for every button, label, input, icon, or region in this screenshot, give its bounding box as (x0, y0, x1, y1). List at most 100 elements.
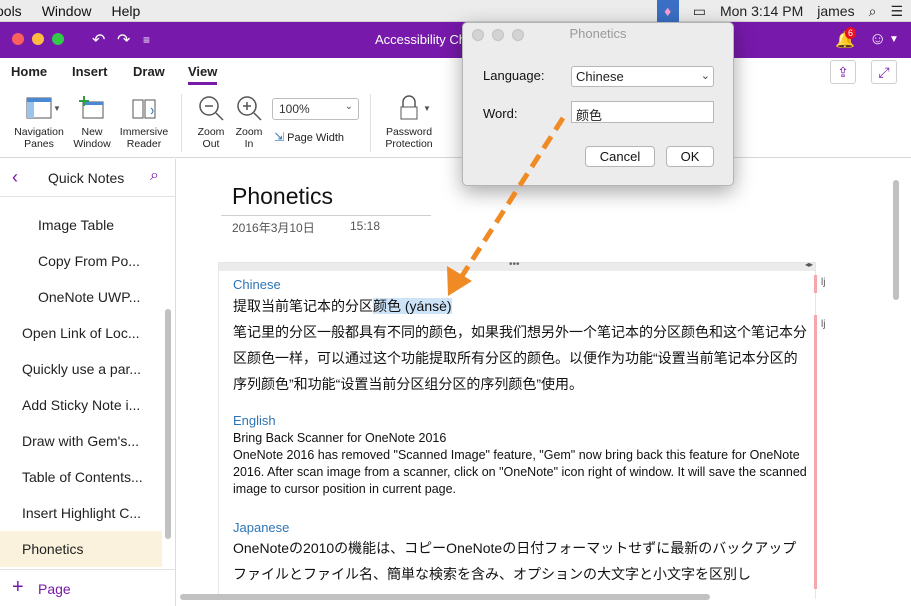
author-tag: lj (821, 319, 826, 330)
sidebar-page-item[interactable]: Insert Highlight C... (0, 495, 162, 531)
author-tag: lj (821, 277, 826, 288)
immersive-reader-icon (132, 99, 156, 119)
sidebar-page-item[interactable]: Table of Contents... (0, 459, 162, 495)
menu-list-icon[interactable]: ☰ (890, 3, 903, 20)
smiley-feedback-icon[interactable]: ☺ (869, 29, 886, 49)
sidebar-page-item[interactable]: Copy From Po... (0, 243, 162, 279)
user-name[interactable]: james (817, 3, 854, 19)
ok-button[interactable]: OK (666, 146, 714, 167)
zoom-window-button[interactable] (52, 33, 64, 45)
page-date: 2016年3月10日 (232, 221, 315, 235)
window-titlebar: ↶ ↷ ≡ Accessibility Checker 🔔 6 ☺ ▼ (0, 22, 911, 58)
sidebar-page-item[interactable]: Add Sticky Note i... (0, 387, 162, 423)
menu-help[interactable]: Help (101, 3, 150, 19)
change-marker (814, 315, 817, 589)
note-container[interactable]: ••• ◂▸ Chinese 提取当前笔记本的分区颜色 (yánsè) 笔记里的… (218, 259, 816, 599)
ribbon-view: Navigation Panes ▼ New Window Immersive … (0, 86, 911, 158)
password-protection-button[interactable]: Password Protection (378, 94, 440, 150)
tab-insert[interactable]: Insert (72, 64, 107, 79)
expand-icon[interactable]: ⤢ (871, 60, 897, 84)
chevron-down-icon[interactable]: ▼ (889, 34, 899, 45)
immersive-reader-button[interactable]: Immersive Reader (116, 94, 172, 150)
ribbon-separator (181, 94, 182, 152)
password-protection-label: Password Protection (385, 126, 433, 150)
cancel-button[interactable]: Cancel (585, 146, 655, 167)
page-canvas[interactable]: Phonetics 2016年3月10日 15:18 ••• ◂▸ Chines… (177, 159, 897, 599)
undo-icon[interactable]: ↶ (92, 30, 105, 50)
close-window-button[interactable] (12, 33, 24, 45)
page-width-button[interactable]: ⇲ Page Width (274, 130, 344, 144)
menu-tools[interactable]: ools (0, 3, 32, 19)
chinese-line1-prefix: 提取当前笔记本的分区 (233, 298, 373, 314)
add-page-button[interactable]: + Page (0, 569, 176, 606)
zoom-level-select[interactable]: 100% ⌄ (272, 98, 359, 120)
new-window-label: New Window (73, 126, 111, 150)
page-time: 15:18 (350, 219, 381, 233)
plus-icon: + (12, 576, 24, 598)
english-heading[interactable]: English (233, 413, 276, 428)
search-icon[interactable]: ⌕ (869, 3, 877, 20)
japanese-paragraph[interactable]: OneNoteの2010の機能は、コピーOneNoteの日付フォーマットせずに最… (233, 535, 809, 587)
clock[interactable]: Mon 3:14 PM (720, 3, 803, 19)
zoom-out-button[interactable]: Zoom Out (192, 94, 230, 150)
minimize-window-button[interactable] (32, 33, 44, 45)
search-icon[interactable]: ⌕ (150, 167, 159, 185)
tab-view[interactable]: View (188, 64, 218, 85)
new-window-button[interactable]: New Window (70, 94, 114, 150)
navigation-panes-label: Navigation Panes (14, 126, 64, 150)
zoom-out-icon (199, 96, 224, 121)
customize-toolbar-icon[interactable]: ≡ (143, 33, 150, 47)
lock-icon (400, 95, 418, 120)
redo-icon[interactable]: ↷ (117, 30, 130, 50)
menu-bar: ools Window Help ♦ ▭ Mon 3:14 PM james ⌕… (0, 0, 911, 22)
display-icon[interactable]: ▭ (693, 3, 706, 20)
chevron-down-icon[interactable]: ▼ (423, 104, 431, 113)
sidebar-page-item[interactable]: Image Table (0, 207, 162, 243)
sidebar-page-item[interactable]: OneNote UWP... (0, 279, 162, 315)
status-area: ♦ ▭ Mon 3:14 PM james ⌕ ☰ (656, 0, 903, 22)
sidebar-page-item[interactable]: Quickly use a par... (0, 351, 162, 387)
zoom-out-label: Zoom Out (197, 126, 225, 150)
chevron-down-icon: ⌄ (700, 70, 710, 82)
tab-draw[interactable]: Draw (133, 64, 165, 79)
resize-arrows-icon: ◂▸ (804, 260, 813, 269)
language-select[interactable]: Chinese ⌄ (571, 66, 714, 87)
chinese-paragraph[interactable]: 笔记里的分区一般都具有不同的颜色，如果我们想另外一个笔记本的分区颜色和这个笔记本… (233, 319, 809, 397)
add-page-label: Page (38, 581, 71, 597)
share-icon[interactable]: ⇪ (830, 60, 856, 84)
page-title[interactable]: Phonetics (232, 183, 333, 210)
sidebar-page-item[interactable]: Phonetics (0, 531, 162, 567)
japanese-heading[interactable]: Japanese (233, 520, 289, 535)
chinese-heading[interactable]: Chinese (233, 277, 281, 292)
ribbon-separator (370, 94, 371, 152)
word-field[interactable]: 颜色 (571, 101, 714, 123)
sidebar-page-item[interactable]: Draw with Gem's... (0, 423, 162, 459)
navigation-panes-button[interactable]: Navigation Panes (8, 94, 70, 150)
back-chevron-icon[interactable]: ‹ (12, 167, 18, 188)
chevron-down-icon[interactable]: ▼ (53, 104, 61, 113)
page-width-label: Page Width (287, 132, 344, 144)
horizontal-scrollbar[interactable] (180, 594, 710, 600)
sidebar-scrollbar[interactable] (165, 309, 171, 539)
chinese-line1[interactable]: 提取当前笔记本的分区颜色 (yánsè) (233, 293, 809, 319)
language-value: Chinese (576, 69, 624, 84)
zoom-in-label: Zoom In (235, 126, 263, 150)
selected-word-phonetic[interactable]: 颜色 (yánsè) (373, 298, 452, 314)
vertical-scrollbar[interactable] (893, 180, 899, 300)
sidebar-page-item[interactable]: Open Link of Loc... (0, 315, 162, 351)
english-title[interactable]: Bring Back Scanner for OneNote 2016 (233, 430, 809, 447)
english-paragraph[interactable]: OneNote 2016 has removed "Scanned Image"… (233, 447, 809, 498)
zoom-in-button[interactable]: Zoom In (230, 94, 268, 150)
gem-icon[interactable]: ♦ (656, 0, 679, 22)
ribbon-tabs: Home Insert Draw View (0, 58, 911, 86)
tab-home[interactable]: Home (11, 64, 47, 79)
dialog-title: Phonetics (569, 26, 627, 41)
language-label: Language: (483, 68, 545, 83)
note-container-handle[interactable]: ••• ◂▸ (219, 259, 815, 271)
change-marker (814, 275, 817, 293)
pages-sidebar: ‹ Quick Notes ⌕ Image Table Copy From Po.… (0, 159, 176, 606)
menu-window[interactable]: Window (32, 3, 102, 19)
navigation-panes-icon (26, 97, 52, 119)
title-underline (221, 215, 431, 216)
drag-handle-icon: ••• (509, 259, 520, 270)
